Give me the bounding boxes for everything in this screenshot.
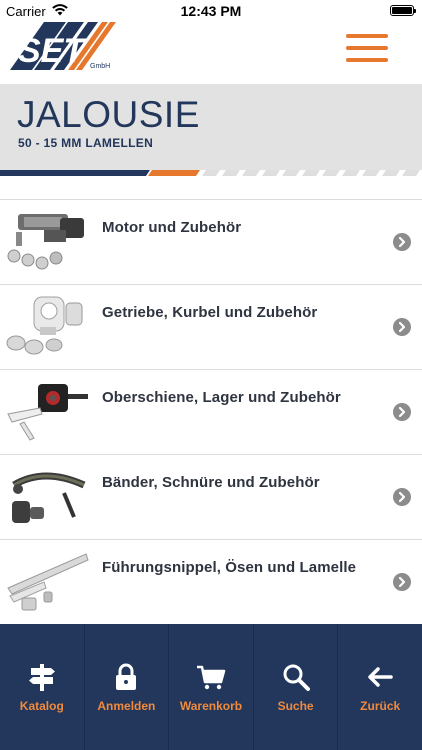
nav-item-warenkorb[interactable]: Warenkorb (169, 624, 254, 750)
category-item-getriebe[interactable]: Getriebe, Kurbel und Zubehör (0, 285, 422, 370)
bottom-nav: Katalog Anmelden Warenkorb Suche Zurück (0, 624, 422, 750)
page-title: JALOUSIE (17, 94, 200, 135)
nav-label: Zurück (360, 699, 401, 713)
nav-item-katalog[interactable]: Katalog (0, 624, 85, 750)
logo-suffix: GmbH (90, 63, 110, 70)
category-list: Motor und Zubehör Getriebe, Kurbel und Z… (0, 199, 422, 625)
chevron-right-icon[interactable] (393, 233, 411, 251)
rail-bearing-image (7, 384, 88, 441)
category-label: Oberschiene, Lager und Zubehör (102, 389, 341, 406)
search-icon (283, 664, 310, 691)
category-label: Getriebe, Kurbel und Zubehör (102, 304, 318, 321)
nav-item-anmelden[interactable]: Anmelden (85, 624, 170, 750)
guide-slat-image (7, 553, 89, 611)
category-item-baender[interactable]: Bänder, Schnüre und Zubehör (0, 455, 422, 540)
app-header: SET GmbH (0, 22, 422, 84)
gearbox-parts-image (6, 296, 83, 355)
category-item-motor[interactable]: Motor und Zubehör (0, 200, 422, 285)
logo-text: SET (18, 32, 87, 70)
hamburger-menu-icon[interactable] (346, 34, 388, 62)
lock-icon (116, 663, 137, 690)
category-label: Führungsnippel, Ösen und Lamelle (102, 559, 357, 576)
chevron-right-icon[interactable] (393, 488, 411, 506)
nav-label: Katalog (19, 699, 64, 713)
category-label: Bänder, Schnüre und Zubehör (102, 474, 320, 491)
nav-label: Suche (277, 699, 314, 713)
signpost-icon (28, 664, 55, 691)
nav-label: Anmelden (97, 699, 156, 713)
category-item-fuehrungsnippel[interactable]: Führungsnippel, Ösen und Lamelle (0, 540, 422, 625)
category-item-oberschiene[interactable]: Oberschiene, Lager und Zubehör (0, 370, 422, 455)
battery-icon (390, 5, 416, 16)
arrow-left-icon (368, 667, 393, 687)
cart-icon (196, 665, 226, 690)
motor-parts-image (7, 214, 84, 270)
chevron-right-icon[interactable] (393, 318, 411, 336)
status-bar: Carrier 12:43 PM (0, 0, 422, 22)
nav-item-suche[interactable]: Suche (254, 624, 339, 750)
strap-cord-image (12, 472, 86, 523)
nav-label: Warenkorb (179, 699, 243, 713)
decorative-stripe (0, 170, 420, 176)
category-label: Motor und Zubehör (102, 219, 242, 236)
title-banner: JALOUSIE 50 - 15 MM LAMELLEN (0, 84, 422, 170)
chevron-right-icon[interactable] (393, 573, 411, 591)
status-time: 12:43 PM (180, 3, 242, 19)
page-subtitle: 50 - 15 MM LAMELLEN (18, 136, 154, 150)
chevron-right-icon[interactable] (393, 403, 411, 421)
nav-item-zurueck[interactable]: Zurück (338, 624, 422, 750)
set-gmbh-logo[interactable]: SET GmbH (4, 22, 122, 78)
